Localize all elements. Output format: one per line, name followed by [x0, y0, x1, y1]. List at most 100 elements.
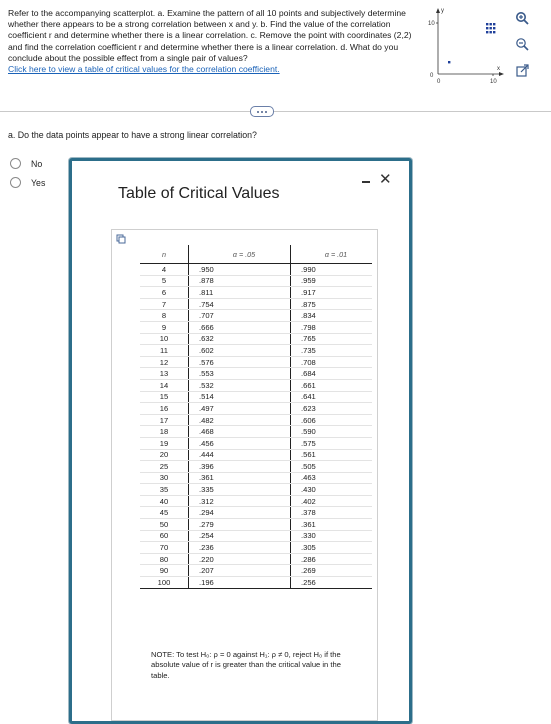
cell-n: 11 — [140, 344, 189, 357]
cell-n: 20 — [140, 449, 189, 462]
cell-alpha-01: .684 — [290, 367, 372, 380]
part-a-prompt: a. Do the data points appear to have a s… — [8, 130, 257, 140]
table-row: 50.279.361 — [140, 518, 372, 531]
zoom-in-icon[interactable] — [512, 8, 532, 28]
radio-no[interactable] — [10, 158, 21, 169]
cell-alpha-01: .641 — [290, 391, 372, 404]
cell-alpha-01: .798 — [290, 321, 372, 334]
option-no[interactable]: No — [10, 158, 42, 169]
table-row: 30.361.463 — [140, 472, 372, 485]
cell-alpha-05: .482 — [188, 414, 291, 427]
cell-alpha-01: .735 — [290, 344, 372, 357]
cell-alpha-05: .576 — [188, 356, 291, 369]
option-yes[interactable]: Yes — [10, 177, 45, 188]
cell-alpha-05: .254 — [188, 530, 291, 543]
cell-n: 16 — [140, 402, 189, 415]
table-row: 40.312.402 — [140, 495, 372, 508]
table-row: 16.497.623 — [140, 402, 372, 415]
cell-alpha-01: .575 — [290, 437, 372, 450]
critical-values-link[interactable]: Click here to view a table of critical v… — [8, 64, 280, 75]
cell-n: 8 — [140, 309, 189, 322]
cell-alpha-05: .279 — [188, 518, 291, 531]
point — [489, 31, 492, 34]
point — [493, 31, 496, 34]
cell-alpha-01: .402 — [290, 495, 372, 508]
point — [486, 27, 489, 30]
table-row: 12.576.708 — [140, 356, 372, 369]
minimize-button[interactable] — [361, 175, 371, 189]
scatterplot-thumbnail[interactable]: y 10 0 0 10 x — [428, 4, 508, 90]
cell-alpha-05: .497 — [188, 402, 291, 415]
cell-n: 100 — [140, 576, 189, 589]
cell-alpha-01: .661 — [290, 379, 372, 392]
table-row: 7.754.875 — [140, 298, 372, 311]
scatter-points — [448, 23, 496, 64]
table-row: 45.294.378 — [140, 506, 372, 520]
cell-n: 45 — [140, 506, 189, 520]
cell-n: 17 — [140, 414, 189, 427]
table-row: 5.878.959 — [140, 275, 372, 288]
cell-alpha-05: .514 — [188, 391, 291, 404]
cell-alpha-01: .256 — [290, 576, 372, 589]
external-link-icon[interactable] — [512, 60, 532, 80]
option-yes-label: Yes — [31, 177, 46, 188]
cell-alpha-05: .602 — [188, 344, 291, 357]
cell-alpha-01: .959 — [290, 275, 372, 288]
table-row: 25.396.505 — [140, 460, 372, 473]
cell-alpha-05: .811 — [188, 286, 291, 299]
cell-alpha-05: .707 — [188, 309, 291, 322]
zoom-out-icon[interactable] — [512, 34, 532, 54]
radio-yes[interactable] — [10, 177, 21, 188]
table-row: 4.950.990 — [140, 263, 372, 276]
plot-tools — [512, 8, 536, 86]
cell-alpha-01: .286 — [290, 553, 372, 566]
cell-alpha-01: .606 — [290, 414, 372, 427]
minimize-icon — [362, 181, 370, 183]
modal-title: Table of Critical Values — [118, 185, 280, 202]
table-row: 90.207.269 — [140, 564, 372, 578]
point — [489, 23, 492, 26]
table-row: 8.707.834 — [140, 309, 372, 322]
close-button[interactable]: ✕ — [379, 171, 392, 189]
cell-n: 14 — [140, 379, 189, 392]
cell-alpha-05: .361 — [188, 472, 291, 485]
copy-icon[interactable] — [116, 234, 126, 244]
critical-values-modal: Table of Critical Values ✕ n α = .05 α =… — [69, 158, 412, 724]
point — [489, 27, 492, 30]
header-alpha-01: α = .01 — [290, 245, 372, 264]
cell-n: 19 — [140, 437, 189, 450]
cell-alpha-01: .834 — [290, 309, 372, 322]
expand-more-button[interactable] — [250, 106, 274, 117]
table-row: 14.532.661 — [140, 379, 372, 392]
cell-alpha-05: .294 — [188, 506, 291, 520]
cell-alpha-01: .361 — [290, 518, 372, 531]
cell-alpha-05: .950 — [188, 263, 291, 276]
table-row: 9.666.798 — [140, 321, 372, 334]
cell-alpha-01: .875 — [290, 298, 372, 311]
question-text: Refer to the accompanying scatterplot. a… — [8, 8, 412, 63]
cell-alpha-01: .708 — [290, 356, 372, 369]
table-row: 19.456.575 — [140, 437, 372, 450]
x-tick-10: 10 — [490, 79, 497, 85]
cell-n: 25 — [140, 460, 189, 473]
table-row: 35.335.430 — [140, 483, 372, 496]
cell-n: 12 — [140, 356, 189, 369]
table-row: 20.444.561 — [140, 449, 372, 462]
y-axis-label: y — [441, 8, 444, 14]
cell-alpha-01: .330 — [290, 530, 372, 543]
table-row: 18.468.590 — [140, 425, 372, 438]
cell-alpha-05: .754 — [188, 298, 291, 311]
point — [486, 23, 489, 26]
cell-alpha-05: .878 — [188, 275, 291, 288]
question-block: Refer to the accompanying scatterplot. a… — [8, 8, 428, 75]
point — [493, 23, 496, 26]
cell-n: 90 — [140, 564, 189, 578]
point — [448, 61, 451, 64]
cell-n: 9 — [140, 321, 189, 334]
cell-n: 60 — [140, 530, 189, 543]
point — [486, 31, 489, 34]
cell-alpha-01: .505 — [290, 460, 372, 473]
x-axis-arrow — [499, 72, 504, 76]
cell-n: 5 — [140, 275, 189, 288]
cell-alpha-01: .990 — [290, 263, 372, 276]
